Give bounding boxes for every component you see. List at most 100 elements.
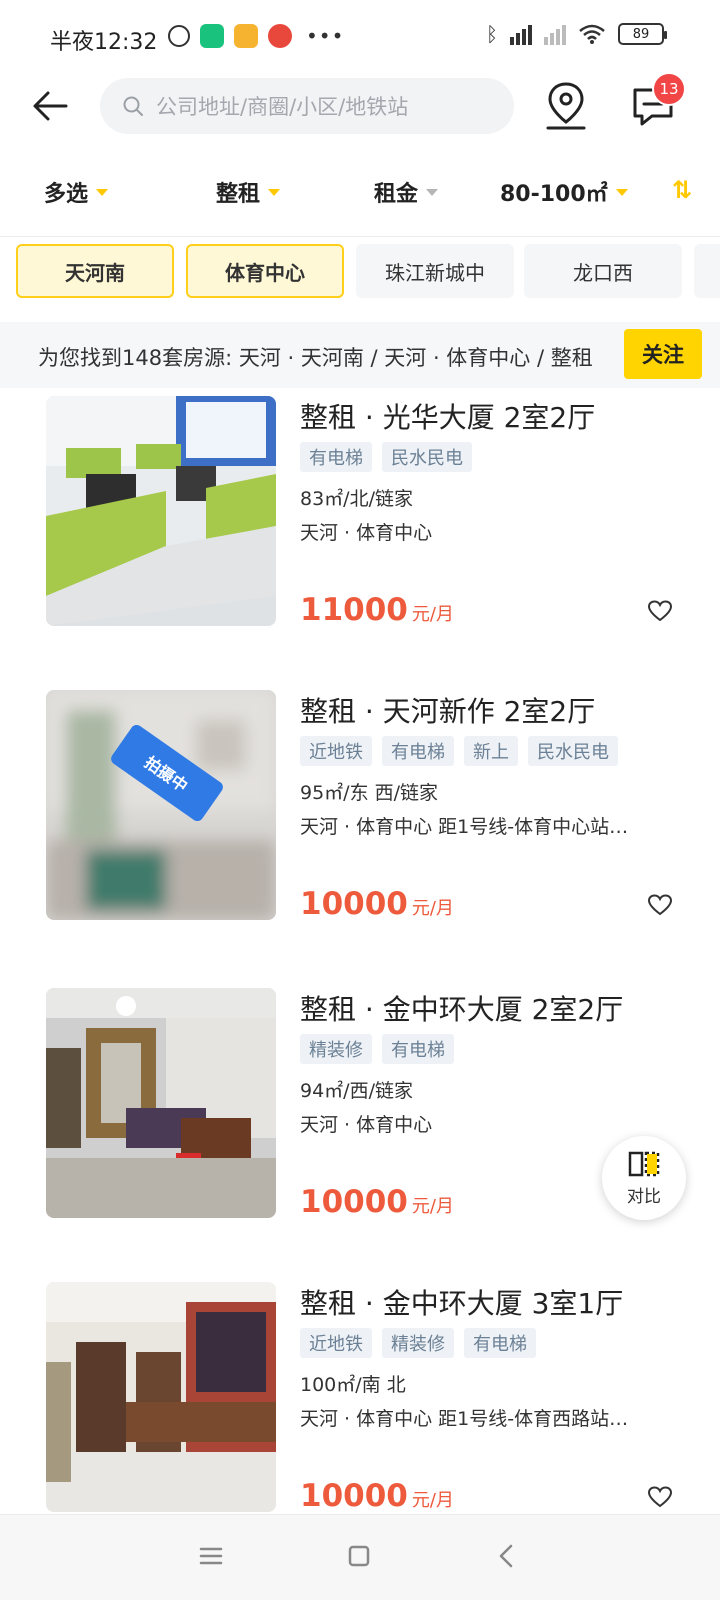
- listing-tags: 精装修 有电梯: [300, 1034, 454, 1064]
- price-unit: 元/月: [411, 898, 454, 919]
- listing-tag: 近地铁: [300, 1328, 372, 1358]
- more-notifications-icon: •••: [306, 24, 345, 48]
- chip-label: 珠江新城中: [385, 260, 485, 285]
- blurred-photo: [46, 690, 276, 920]
- price-unit: 元/月: [411, 1490, 454, 1511]
- listing-photo[interactable]: [46, 988, 276, 1218]
- map-location-icon[interactable]: [542, 80, 590, 132]
- chip-longkouxi[interactable]: 龙口西: [524, 244, 682, 298]
- chip-more[interactable]: [694, 244, 720, 298]
- status-system-icons: ᛒ 89: [486, 22, 667, 46]
- listing-price: 10000 元/月: [300, 886, 454, 922]
- listing-meta: 83㎡/北/链家: [300, 488, 413, 510]
- compare-icon: [628, 1151, 660, 1176]
- listing-tag: 民水民电: [528, 736, 618, 766]
- listing-title: 整租 · 金中环大厦 3室1厅: [300, 1287, 624, 1320]
- listing-meta: 95㎡/东 西/链家: [300, 782, 439, 804]
- favorite-heart-icon[interactable]: [648, 600, 672, 622]
- listing-price: 10000 元/月: [300, 1184, 454, 1220]
- listing-meta: 100㎡/南 北: [300, 1374, 406, 1396]
- message-count-badge: 13: [652, 72, 686, 106]
- search-input[interactable]: 公司地址/商圈/小区/地铁站: [100, 78, 514, 134]
- listing-tag: 有电梯: [464, 1328, 536, 1358]
- result-summary-bar: 为您找到148套房源: 天河 · 天河南 / 天河 · 体育中心 / 整租 关注: [0, 322, 720, 388]
- filter-rental-type[interactable]: 整租: [216, 176, 281, 208]
- favorite-heart-icon[interactable]: [648, 1486, 672, 1508]
- listing-tags: 近地铁 有电梯 新上 民水民电: [300, 736, 618, 766]
- caret-down-icon: [615, 188, 628, 196]
- filter-label: 租金: [374, 182, 419, 207]
- search-icon: [123, 96, 143, 116]
- listing-price: 10000 元/月: [300, 1478, 454, 1514]
- battery-icon: 89: [618, 23, 667, 45]
- sort-icon[interactable]: ⇅: [672, 176, 692, 204]
- dining-room-photo: [46, 1282, 276, 1512]
- listing-tag: 近地铁: [300, 736, 372, 766]
- status-bar: 半夜12:32 ••• ᛒ 89: [0, 0, 720, 78]
- listing-tag: 有电梯: [382, 1034, 454, 1064]
- compare-button[interactable]: 对比: [602, 1136, 686, 1220]
- listing-price: 11000 元/月: [300, 592, 454, 628]
- chip-tianhenan[interactable]: 天河南: [16, 244, 174, 298]
- follow-button[interactable]: 关注: [624, 329, 702, 379]
- listing-meta: 94㎡/西/链家: [300, 1080, 413, 1102]
- alarm-icon: [168, 25, 190, 47]
- search-placeholder: 公司地址/商圈/小区/地铁站: [156, 95, 409, 119]
- listing-photo[interactable]: [46, 690, 276, 920]
- office-photo: [46, 396, 276, 626]
- top-header: 公司地址/商圈/小区/地铁站 13: [0, 72, 720, 136]
- menu-icon[interactable]: [196, 1541, 226, 1571]
- listing-tag: 民水民电: [382, 442, 472, 472]
- filter-multi-select[interactable]: 多选: [44, 176, 109, 208]
- listing-card[interactable]: 拍摄中 整租 · 天河新作 2室2厅 近地铁 有电梯 新上 民水民电 95㎡/东…: [0, 690, 720, 922]
- signal-secondary-icon: [544, 23, 566, 45]
- listing-tag: 新上: [464, 736, 518, 766]
- bluetooth-icon: ᛒ: [486, 22, 498, 46]
- price-value: 11000: [300, 592, 408, 628]
- chip-label: 龙口西: [573, 260, 633, 285]
- back-icon[interactable]: [492, 1541, 522, 1571]
- wifi-icon: [579, 24, 605, 44]
- system-nav-bar: [0, 1514, 720, 1600]
- price-value: 10000: [300, 886, 408, 922]
- weibo-app-icon: [268, 24, 292, 48]
- filter-area[interactable]: 80-100㎡: [500, 176, 628, 208]
- listing-location: 天河 · 体育中心: [300, 522, 433, 544]
- result-summary-text: 为您找到148套房源: 天河 · 天河南 / 天河 · 体育中心 / 整租: [38, 346, 593, 370]
- listing-title: 整租 · 金中环大厦 2室2厅: [300, 993, 624, 1026]
- listing-tags: 有电梯 民水民电: [300, 442, 472, 472]
- chip-tiyuzhongxin[interactable]: 体育中心: [186, 244, 344, 298]
- filter-rent-price[interactable]: 租金: [374, 176, 439, 208]
- price-value: 10000: [300, 1478, 408, 1514]
- listing-photo[interactable]: [46, 1282, 276, 1512]
- listing-card[interactable]: 整租 · 金中环大厦 3室1厅 近地铁 精装修 有电梯 100㎡/南 北 天河 …: [0, 1282, 720, 1514]
- listing-title: 整租 · 天河新作 2室2厅: [300, 695, 596, 728]
- listing-title: 整租 · 光华大厦 2室2厅: [300, 401, 596, 434]
- listing-tags: 近地铁 精装修 有电梯: [300, 1328, 536, 1358]
- listing-location: 天河 · 体育中心 距1号线-体育西路站…: [300, 1408, 629, 1430]
- signal-icon: [510, 23, 532, 45]
- listing-photo[interactable]: [46, 396, 276, 626]
- listing-location: 天河 · 体育中心 距1号线-体育中心站…: [300, 816, 629, 838]
- home-icon[interactable]: [344, 1541, 374, 1571]
- caret-down-icon: [96, 188, 109, 196]
- chip-zhujiangxincheng[interactable]: 珠江新城中: [356, 244, 514, 298]
- listing-tag: 有电梯: [382, 736, 454, 766]
- price-unit: 元/月: [411, 1196, 454, 1217]
- filter-label: 80-100㎡: [500, 182, 608, 207]
- status-time: 半夜12:32: [50, 30, 158, 55]
- divider: [0, 236, 720, 237]
- filter-label: 整租: [216, 182, 261, 207]
- caret-down-icon: [426, 188, 439, 196]
- back-arrow-icon[interactable]: [28, 84, 72, 128]
- living-room-photo: [46, 988, 276, 1218]
- status-notification-icons: •••: [168, 24, 344, 48]
- price-unit: 元/月: [411, 604, 454, 625]
- listing-card[interactable]: 整租 · 光华大厦 2室2厅 有电梯 民水民电 83㎡/北/链家 天河 · 体育…: [0, 396, 720, 628]
- compare-label: 对比: [627, 1186, 661, 1207]
- area-chips: 天河南 体育中心 珠江新城中 龙口西: [0, 244, 720, 302]
- caret-down-icon: [268, 188, 281, 196]
- filter-label: 多选: [44, 182, 89, 207]
- listing-tag: 有电梯: [300, 442, 372, 472]
- favorite-heart-icon[interactable]: [648, 894, 672, 916]
